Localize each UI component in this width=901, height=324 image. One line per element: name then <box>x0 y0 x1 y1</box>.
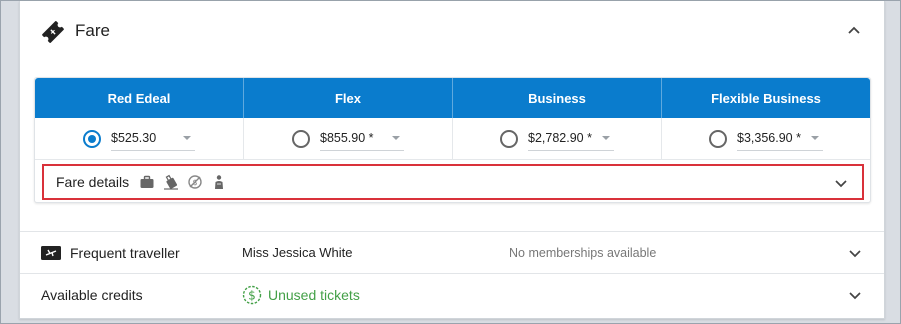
dropdown-caret-icon <box>810 136 819 140</box>
available-credits-label: Available credits <box>41 286 143 303</box>
ticket-icon <box>42 21 64 43</box>
chevron-down-icon[interactable] <box>848 288 862 302</box>
chevron-up-icon[interactable] <box>846 23 862 39</box>
fare-option-business: $2,782.90 * <box>453 118 662 159</box>
svg-text:$: $ <box>248 288 256 302</box>
traveller-name: Miss Jessica White <box>242 245 353 260</box>
price-select-flex[interactable]: $855.90 * <box>320 127 404 151</box>
price-select-business[interactable]: $2,782.90 * <box>528 127 614 151</box>
booking-card: Fare Red Edeal Flex Business Flexible Bu… <box>19 1 885 319</box>
unused-tickets-text: Unused tickets <box>268 286 360 303</box>
fare-option-flexible-business: $3,356.90 * <box>662 118 870 159</box>
briefcase-icon <box>140 175 154 188</box>
price-value: $855.90 * <box>320 131 374 145</box>
dropdown-caret-icon <box>392 136 400 140</box>
no-refund-icon: $ <box>188 175 202 189</box>
frequent-traveller-row[interactable]: Frequent traveller Miss Jessica White No… <box>20 231 884 273</box>
price-value: $525.30 <box>111 131 157 145</box>
fare-option-flex: $855.90 * <box>244 118 453 159</box>
available-credits-row[interactable]: Available credits $ Unused tickets <box>20 273 884 315</box>
flight-card-icon <box>41 246 61 260</box>
memberships-status: No memberships available <box>509 245 657 260</box>
fare-section-header[interactable]: Fare <box>20 1 884 65</box>
price-select-flexible-business[interactable]: $3,356.90 * <box>737 127 823 151</box>
fare-col-header-red-edeal: Red Edeal <box>35 78 244 118</box>
fare-column-headers: Red Edeal Flex Business Flexible Busines… <box>35 78 870 118</box>
fare-details-label: Fare details <box>56 174 130 190</box>
fare-radio-red-edeal[interactable] <box>83 129 101 148</box>
fare-options-table: Red Edeal Flex Business Flexible Busines… <box>34 77 871 203</box>
window-frame: Fare Red Edeal Flex Business Flexible Bu… <box>0 0 901 324</box>
dropdown-caret-icon <box>183 136 191 140</box>
seat-person-icon <box>215 175 224 189</box>
unused-tickets-link[interactable]: $ Unused tickets <box>242 285 360 305</box>
fare-radio-flex[interactable] <box>292 129 310 148</box>
fare-title: Fare <box>75 21 110 40</box>
fare-details-toggle[interactable]: Fare details $ <box>42 164 864 200</box>
fare-radio-flexible-business[interactable] <box>709 129 728 148</box>
price-value: $3,356.90 * <box>737 131 801 145</box>
fare-option-red-edeal: $525.30 <box>35 118 244 159</box>
fare-col-header-business: Business <box>453 78 662 118</box>
fare-col-header-flexible-business: Flexible Business <box>711 90 821 106</box>
fare-radio-business[interactable] <box>500 129 519 148</box>
fare-options-row: $525.30 $855.90 * $2,782.90 * $3,356.90 … <box>35 118 870 160</box>
frequent-traveller-label: Frequent traveller <box>70 244 180 261</box>
chevron-down-icon[interactable] <box>848 246 862 260</box>
luggage-icon <box>164 174 179 190</box>
price-value: $2,782.90 * <box>528 131 592 145</box>
dropdown-caret-icon <box>601 136 610 140</box>
price-select-red-edeal[interactable]: $525.30 <box>111 127 195 151</box>
dollar-circle-icon: $ <box>242 285 262 304</box>
fare-col-header-flex: Flex <box>244 78 453 118</box>
chevron-down-icon[interactable] <box>834 176 848 190</box>
